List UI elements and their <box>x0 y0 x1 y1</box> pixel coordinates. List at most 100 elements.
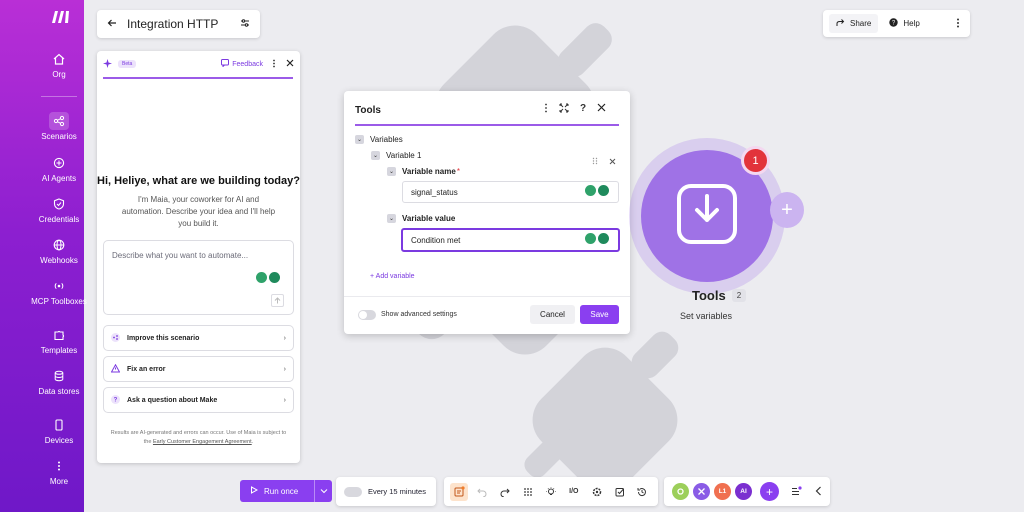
collapse-checkbox-icon[interactable]: ⌄ <box>387 214 396 223</box>
share-nodes-icon <box>49 112 69 130</box>
schedule-toggle[interactable] <box>344 486 362 497</box>
help-label: Help <box>903 19 920 28</box>
edit-check-icon[interactable] <box>611 483 629 501</box>
gear-icon[interactable] <box>588 483 606 501</box>
grid-dots-icon[interactable] <box>519 483 537 501</box>
chevron-down-icon[interactable] <box>314 480 332 502</box>
checklist-icon[interactable] <box>787 483 805 501</box>
send-arrow-icon[interactable] <box>271 294 284 307</box>
more-vertical-icon <box>49 457 69 475</box>
close-icon[interactable] <box>597 103 606 116</box>
variable-value-value: Condition met <box>411 235 461 245</box>
prompt-placeholder: Describe what you want to automate... <box>112 251 249 260</box>
suggestion-improve-scenario[interactable]: Improve this scenario › <box>103 325 294 351</box>
maia-header-underline <box>103 77 293 79</box>
save-button[interactable]: Save <box>580 305 619 324</box>
settings-sliders-icon[interactable] <box>240 17 250 31</box>
suggestion-label: Fix an error <box>127 365 166 373</box>
more-vertical-icon[interactable] <box>544 103 548 116</box>
run-once-main[interactable]: Run once <box>240 486 314 496</box>
maia-disclaimer: Results are AI-generated and errors can … <box>107 429 290 447</box>
database-icon <box>49 367 69 385</box>
disclaimer-end: . <box>251 439 254 445</box>
dialog-header-underline <box>355 124 619 126</box>
drag-handle-icon[interactable] <box>592 152 598 170</box>
dialog-title: Tools <box>355 105 381 116</box>
io-label-icon[interactable]: I/O <box>565 483 583 501</box>
cancel-button[interactable]: Cancel <box>530 305 575 324</box>
share-button[interactable]: Share <box>829 14 879 33</box>
nav-item-credentials[interactable]: Credentials <box>30 195 88 225</box>
scenario-title-bar: Integration HTTP <box>97 10 260 38</box>
nav-label: MCP Toolboxes <box>31 297 87 306</box>
remove-item-icon[interactable] <box>609 152 616 170</box>
module-title: Tools 2 <box>692 288 747 303</box>
maia-prompt-input[interactable]: Describe what you want to automate... <box>103 240 294 315</box>
redo-icon[interactable] <box>496 483 514 501</box>
variable-1-section[interactable]: ⌄ Variable 1 <box>371 151 421 160</box>
history-icon[interactable] <box>633 483 651 501</box>
suggestion-ask-question[interactable]: ? Ask a question about Make › <box>103 387 294 413</box>
add-app-button[interactable]: + <box>760 482 779 501</box>
nav-item-mcp-toolboxes[interactable]: MCP Toolboxes <box>30 277 88 307</box>
app-ai-icon[interactable]: AI <box>735 483 752 500</box>
variable-name-header: ⌄ Variable name * <box>387 167 460 176</box>
nav-item-org[interactable]: Org <box>30 50 88 80</box>
more-vertical-icon[interactable] <box>952 18 964 30</box>
suggestion-label: Improve this scenario <box>127 334 200 342</box>
variables-section[interactable]: ⌄ Variables <box>355 135 403 144</box>
maia-intro: I'm Maia, your coworker for AI and autom… <box>121 195 276 228</box>
scenario-title[interactable]: Integration HTTP <box>127 17 230 31</box>
chevron-left-icon[interactable] <box>815 483 822 501</box>
make-logo[interactable] <box>51 10 71 24</box>
grammar-icons[interactable] <box>585 233 609 244</box>
grammarly-bulb-icon <box>585 185 596 196</box>
run-once-button[interactable]: Run once <box>240 480 332 502</box>
collapse-checkbox-icon[interactable]: ⌄ <box>371 151 380 160</box>
feedback-button[interactable]: Feedback <box>221 59 263 69</box>
nav-item-templates[interactable]: Templates <box>30 326 88 356</box>
module-error-badge[interactable]: 1 <box>741 146 770 175</box>
help-question-icon[interactable]: ? <box>580 103 586 116</box>
app-l1-icon[interactable]: L1 <box>714 483 731 500</box>
module-name: Tools <box>692 288 726 303</box>
plus-icon: + <box>781 198 793 221</box>
advanced-settings-toggle[interactable] <box>358 310 376 320</box>
add-variable-button[interactable]: + Add variable <box>370 273 415 280</box>
beta-badge: Beta <box>118 60 137 68</box>
engagement-agreement-link[interactable]: Early Customer Engagement Agreement <box>153 439 252 445</box>
schedule-control[interactable]: Every 15 minutes <box>336 477 436 506</box>
notes-icon[interactable] <box>450 482 469 501</box>
collapse-checkbox-icon[interactable]: ⌄ <box>355 135 364 144</box>
lightbulb-icon[interactable] <box>542 483 560 501</box>
expand-icon[interactable] <box>559 103 569 116</box>
add-module-button[interactable]: + <box>770 192 804 228</box>
back-arrow-icon[interactable] <box>107 17 117 31</box>
app-gear-icon[interactable] <box>672 483 689 500</box>
close-icon[interactable] <box>286 59 294 69</box>
nav-label: Webhooks <box>40 256 78 265</box>
suggestion-label: Ask a question about Make <box>127 396 218 404</box>
grammarly-bulb-icon <box>585 233 596 244</box>
collapse-checkbox-icon[interactable]: ⌄ <box>387 167 396 176</box>
nav-item-ai-agents[interactable]: AI Agents <box>30 154 88 184</box>
run-once-label: Run once <box>264 486 299 496</box>
sparkle-icon <box>103 58 112 70</box>
nav-item-webhooks[interactable]: Webhooks <box>30 236 88 266</box>
nav-item-more[interactable]: More <box>30 457 88 487</box>
suggestion-fix-error[interactable]: Fix an error › <box>103 356 294 382</box>
more-vertical-icon[interactable] <box>272 59 276 70</box>
grammar-icons[interactable] <box>256 272 280 283</box>
nav-label: Devices <box>44 436 74 445</box>
grammar-icons[interactable] <box>585 185 609 196</box>
variable-value-header: ⌄ Variable value <box>387 214 455 223</box>
chevron-right-icon: › <box>283 365 286 373</box>
grammarly-icon <box>269 272 280 283</box>
app-tools-icon[interactable] <box>693 483 710 500</box>
nav-item-data-stores[interactable]: Data stores <box>30 367 88 397</box>
device-icon <box>49 416 69 434</box>
help-button[interactable]: ? Help <box>882 14 926 33</box>
nav-item-scenarios[interactable]: Scenarios <box>30 112 88 142</box>
nav-item-devices[interactable]: Devices <box>30 416 88 446</box>
undo-icon[interactable] <box>473 483 491 501</box>
